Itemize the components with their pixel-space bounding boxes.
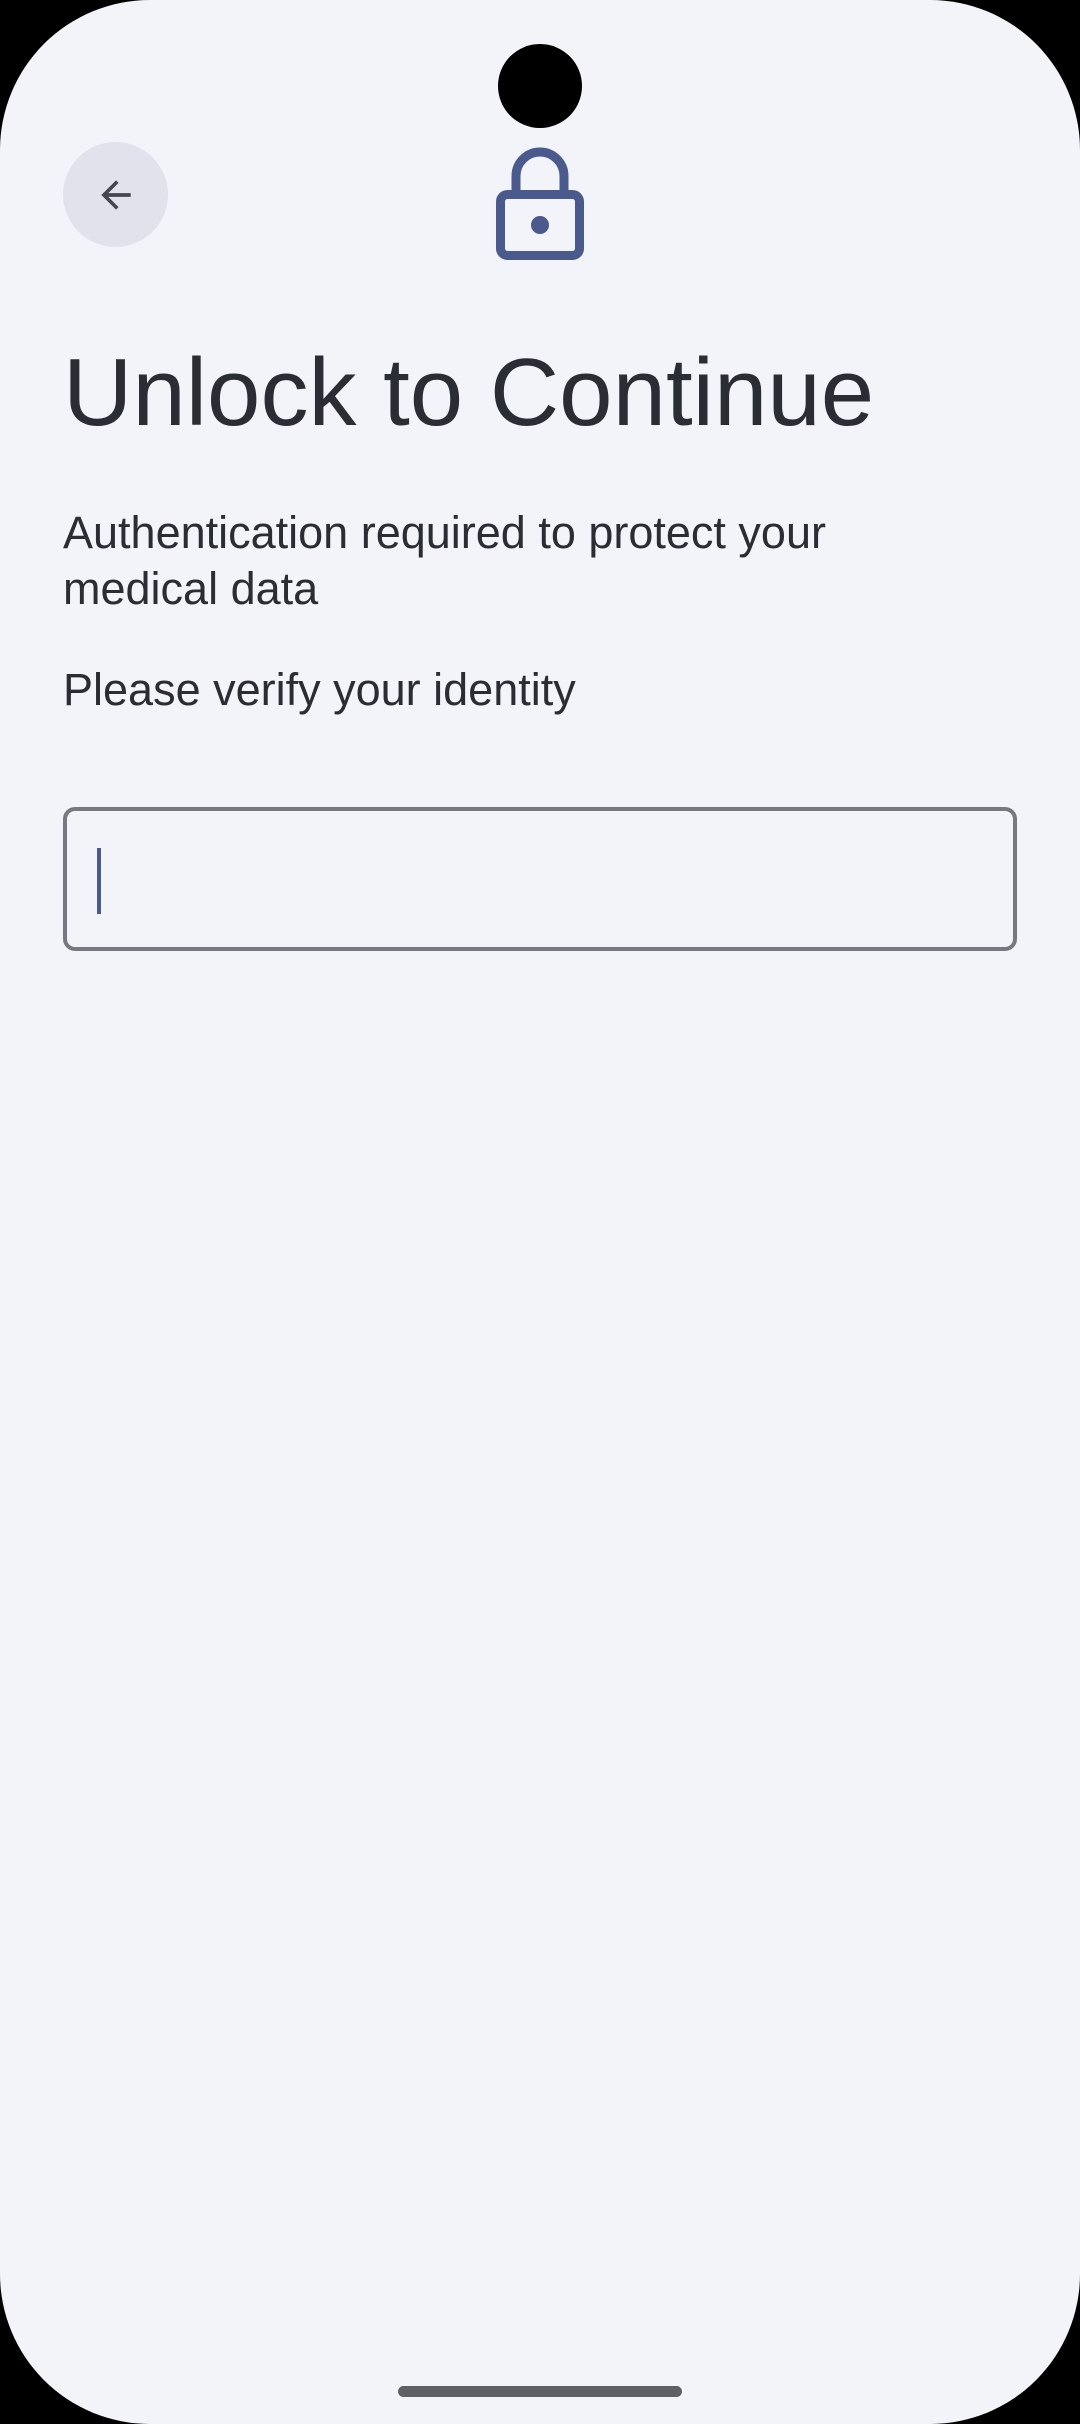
pin-input[interactable] xyxy=(67,811,1013,947)
verify-prompt: Please verify your identity xyxy=(63,664,576,715)
back-button[interactable] xyxy=(63,142,168,247)
arrow-back-icon xyxy=(94,173,138,217)
lock-screen: Unlock to Continue Authentication requir… xyxy=(0,0,1080,2424)
camera-cutout xyxy=(498,44,582,128)
lock-icon xyxy=(496,146,584,260)
auth-description: Authentication required to protect your … xyxy=(63,507,826,614)
page-title: Unlock to Continue xyxy=(63,339,875,446)
text-cursor xyxy=(97,848,101,914)
home-indicator[interactable] xyxy=(398,2386,682,2397)
pin-field[interactable] xyxy=(63,807,1017,951)
